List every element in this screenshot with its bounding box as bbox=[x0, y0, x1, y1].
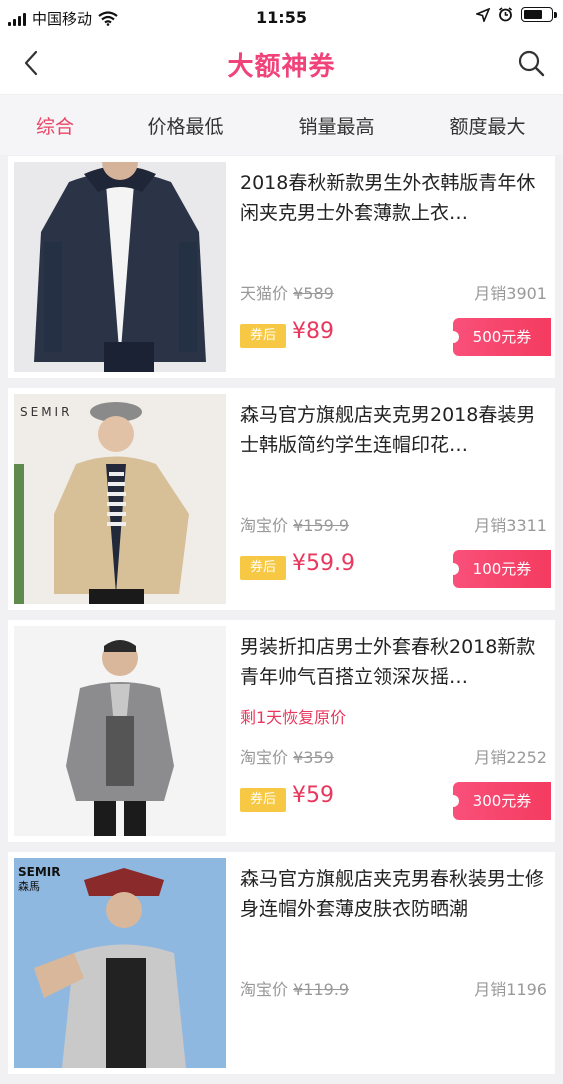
search-icon[interactable] bbox=[515, 47, 547, 79]
after-coupon-tag: 券后 bbox=[240, 788, 286, 812]
brand-logo: SEMIR bbox=[20, 405, 72, 419]
brand-logo: SEMIR bbox=[18, 865, 61, 879]
original-price: 淘宝价 ¥159.9 bbox=[240, 512, 349, 536]
original-price-label: 天猫价 bbox=[240, 284, 289, 303]
location-icon bbox=[476, 7, 490, 22]
product-title[interactable]: 男装折扣店男士外套春秋2018新款青年帅气百搭立领深灰摇… bbox=[240, 632, 545, 692]
battery-icon bbox=[521, 7, 557, 22]
tab-comprehensive[interactable]: 综合 bbox=[0, 112, 110, 139]
product-image[interactable]: SEMIR 森馬 bbox=[14, 858, 226, 1068]
monthly-sales: 月销3311 bbox=[474, 516, 547, 535]
alarm-icon bbox=[499, 7, 512, 22]
page-title: 大额神券 bbox=[227, 52, 336, 82]
original-price: 淘宝价 ¥119.9 bbox=[240, 976, 349, 1000]
product-image[interactable] bbox=[14, 162, 226, 372]
status-bar: 中国移动 11:55 bbox=[0, 0, 563, 36]
product-title[interactable]: 2018春秋新款男生外衣韩版青年休闲夹克男士外套薄款上衣… bbox=[240, 168, 545, 228]
original-price-value: ¥119.9 bbox=[293, 980, 350, 999]
sort-tabs: 综合 价格最低 销量最高 额度最大 bbox=[0, 95, 563, 155]
after-coupon-tag: 券后 bbox=[240, 556, 286, 580]
tab-largest-coupon[interactable]: 额度最大 bbox=[412, 112, 563, 139]
monthly-sales: 月销1196 bbox=[474, 980, 547, 999]
tab-highest-sales[interactable]: 销量最高 bbox=[261, 112, 412, 139]
promo-countdown: 剩1天恢复原价 bbox=[240, 708, 347, 727]
original-price-label: 淘宝价 bbox=[240, 516, 289, 535]
monthly-sales: 月销3901 bbox=[474, 284, 547, 303]
original-price-value: ¥359 bbox=[293, 748, 334, 767]
product-list: 2018春秋新款男生外衣韩版青年休闲夹克男士外套薄款上衣… 天猫价 ¥589 月… bbox=[8, 156, 555, 1084]
product-image[interactable] bbox=[14, 626, 226, 836]
original-price-label: 淘宝价 bbox=[240, 980, 289, 999]
product-card[interactable]: SEMIR 森馬 森马官方旗舰店夹克男春秋装男士修身连帽外套薄皮肤衣防晒潮 淘宝… bbox=[8, 852, 555, 1074]
coupon-price: ¥59.9 bbox=[292, 551, 355, 576]
nav-bar: 大额神券 bbox=[0, 36, 563, 95]
coupon-price: ¥59 bbox=[292, 783, 334, 808]
product-title[interactable]: 森马官方旗舰店夹克男2018春装男士韩版简约学生连帽印花… bbox=[240, 400, 545, 460]
monthly-sales: 月销2252 bbox=[474, 748, 547, 767]
product-title[interactable]: 森马官方旗舰店夹克男春秋装男士修身连帽外套薄皮肤衣防晒潮 bbox=[240, 864, 545, 924]
original-price: 淘宝价 ¥359 bbox=[240, 744, 334, 768]
status-right bbox=[476, 7, 557, 22]
original-price-label: 淘宝价 bbox=[240, 748, 289, 767]
coupon-price: ¥89 bbox=[292, 319, 334, 344]
coupon-button[interactable]: 300元券 bbox=[447, 782, 551, 820]
product-card[interactable]: 2018春秋新款男生外衣韩版青年休闲夹克男士外套薄款上衣… 天猫价 ¥589 月… bbox=[8, 156, 555, 378]
product-card[interactable]: SEMIR 森马官方旗舰店夹克男2018春装男士韩版简约学生连帽印花… 淘宝价 … bbox=[8, 388, 555, 610]
tab-lowest-price[interactable]: 价格最低 bbox=[110, 112, 261, 139]
original-price-value: ¥159.9 bbox=[293, 516, 350, 535]
after-coupon-tag: 券后 bbox=[240, 324, 286, 348]
original-price: 天猫价 ¥589 bbox=[240, 280, 334, 304]
product-image[interactable]: SEMIR bbox=[14, 394, 226, 604]
coupon-button[interactable]: 100元券 bbox=[447, 550, 551, 588]
coupon-button[interactable]: 500元券 bbox=[447, 318, 551, 356]
brand-logo-cn: 森馬 bbox=[18, 879, 40, 893]
product-card[interactable]: 男装折扣店男士外套春秋2018新款青年帅气百搭立领深灰摇… 剩1天恢复原价 淘宝… bbox=[8, 620, 555, 842]
original-price-value: ¥589 bbox=[293, 284, 334, 303]
